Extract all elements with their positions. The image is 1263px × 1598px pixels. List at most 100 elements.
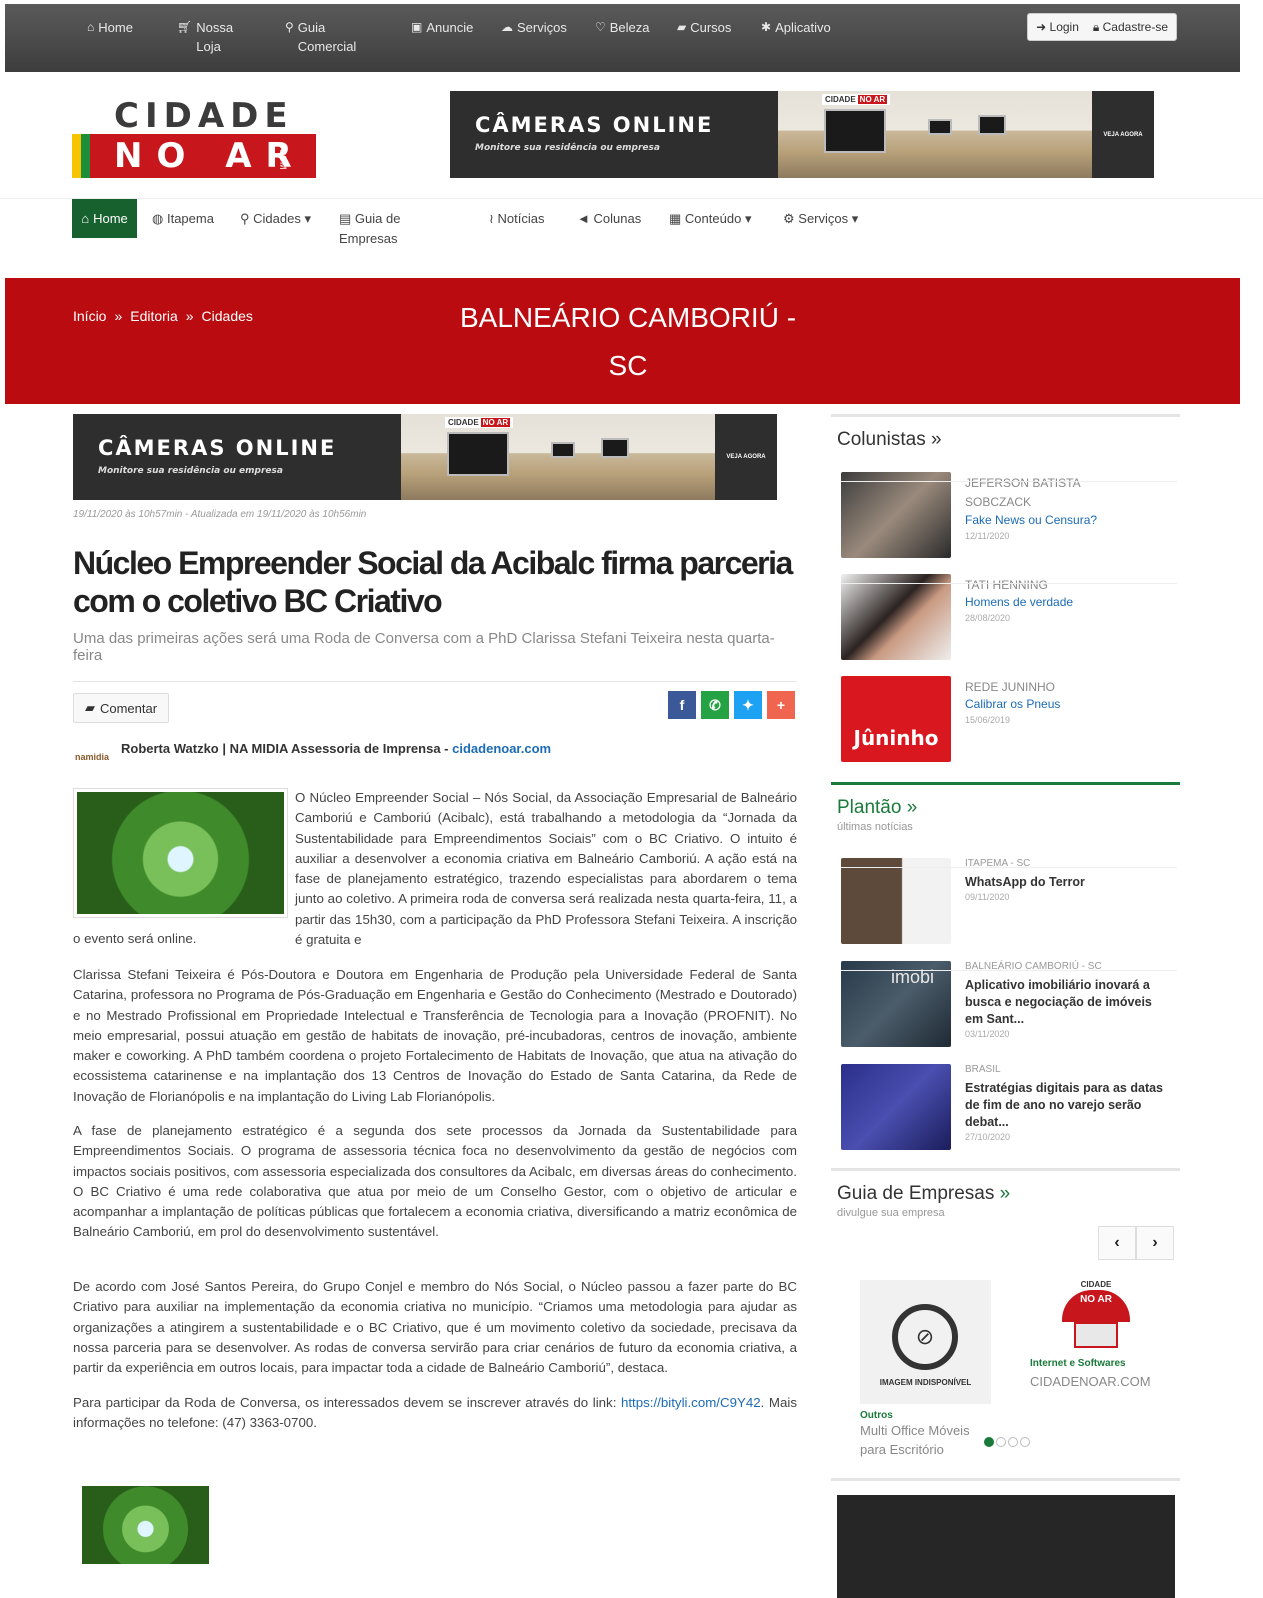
article-image[interactable]: [73, 788, 288, 918]
share-facebook-button[interactable]: f: [668, 691, 696, 719]
article-paragraph: O Núcleo Empreender Social – Nós Social,…: [295, 790, 797, 948]
share-more-button[interactable]: +: [767, 691, 795, 719]
main-nav-servicos[interactable]: ⚙ Serviços ▾: [783, 209, 858, 229]
news-date: 03/11/2020: [965, 1029, 1010, 1039]
guia-title[interactable]: Guia de Empresas »: [831, 1183, 1180, 1205]
logo-line2: NO AR: [114, 136, 306, 176]
article-paragraph-end: o evento será online.: [73, 931, 197, 946]
banner-monitor-small: [978, 115, 1006, 135]
carousel-dot[interactable]: [1008, 1437, 1018, 1447]
main-nav-guia[interactable]: ▤ Guia de Empresas: [339, 209, 419, 249]
plantao-subtitle: últimas notícias: [837, 821, 913, 833]
chevron-left-icon[interactable]: ‹: [1098, 1226, 1136, 1260]
news-title-link[interactable]: WhatsApp do Terror: [965, 874, 1165, 891]
columnist-date: 12/11/2020: [965, 531, 1010, 541]
columnist-name: REDE JUNINHO: [965, 680, 1056, 694]
banner-monitor: [824, 109, 886, 153]
book-icon: ▰: [677, 20, 687, 34]
divider: [831, 1478, 1180, 1481]
company-card[interactable]: ⊘ IMAGEM INDISPONÍVEL Outros Multi Offic…: [860, 1280, 991, 1460]
top-nav-guia[interactable]: ⚲ Guia Comercial: [285, 18, 383, 56]
main-nav: ⌂ Home ◍ Itapema ⚲ Cidades ▾ ▤ Guia de Em…: [0, 198, 1263, 246]
article-banner-ad[interactable]: CÂMERAS ONLINE Monitore sua residência o…: [73, 414, 777, 500]
cart-icon: 🛒︎: [177, 20, 193, 34]
carousel-controls: ‹ ›: [1098, 1226, 1174, 1260]
banner-brand-label: CIDADE NO AR: [445, 417, 514, 428]
divider: [73, 681, 797, 682]
sign-in-icon: ➜: [1036, 20, 1047, 34]
top-nav-loja[interactable]: 🛒︎ Nossa Loja: [177, 18, 257, 56]
breadcrumb-cidades[interactable]: Cidades: [202, 308, 253, 324]
guia-subtitle: divulgue sua empresa: [837, 1207, 945, 1219]
carousel-dot[interactable]: [984, 1437, 994, 1447]
top-nav-aplicativo[interactable]: ✱ Aplicativo: [761, 18, 833, 56]
caret-down-icon: ▾: [304, 211, 312, 226]
news-thumb: [841, 1064, 951, 1150]
banner-photo: CIDADE NO AR: [401, 414, 715, 500]
columnist-article-link[interactable]: Homens de verdade: [965, 595, 1073, 609]
banner-monitor: [447, 432, 509, 476]
map-pin-icon: ⚲: [240, 211, 250, 226]
home-icon: ⌂: [87, 20, 95, 34]
share-twitter-button[interactable]: ✦: [734, 691, 762, 719]
banner-monitor-small: [551, 442, 575, 458]
site-logo[interactable]: CIDADE NO AR .COM: [72, 96, 316, 180]
top-nav-anuncie[interactable]: ▣ Anuncie: [411, 18, 473, 56]
article-meta: 19/11/2020 às 10h57min - Atualizada em 1…: [73, 509, 367, 520]
top-nav-cursos[interactable]: ▰ Cursos: [677, 18, 733, 56]
plantao-title[interactable]: Plantão »: [831, 797, 1180, 819]
logo-line1: CIDADE: [114, 96, 294, 136]
divider: [841, 970, 1177, 971]
carousel-dot[interactable]: [1020, 1437, 1030, 1447]
columnist-name: JEFERSON BATISTA SOBCZACK: [965, 476, 1080, 509]
columnist-date: 28/08/2020: [965, 613, 1011, 623]
lock-icon: 🔒︎: [1092, 19, 1100, 34]
android-icon: ✱: [761, 20, 772, 34]
banner-brand-label: CIDADE NO AR: [822, 94, 891, 105]
main-nav-home[interactable]: ⌂ Home: [72, 199, 137, 238]
logo-suffix: .COM: [278, 146, 288, 170]
top-nav-servicos[interactable]: ☁ Serviços: [501, 18, 567, 56]
article-paragraph: Para participar da Roda de Conversa, os …: [73, 1395, 797, 1431]
main-nav-colunas[interactable]: ◄ Colunas: [577, 209, 641, 229]
sidebar-ad-block[interactable]: [837, 1495, 1175, 1598]
top-nav-home[interactable]: ⌂ Home: [87, 18, 149, 56]
columnist-article-link[interactable]: Fake News ou Censura?: [965, 513, 1097, 527]
company-card[interactable]: CIDADE NO AR Internet e Softwares CIDADE…: [1030, 1280, 1161, 1390]
main-nav-itapema[interactable]: ◍ Itapema: [152, 209, 214, 229]
breadcrumb-editoria[interactable]: Editoria: [130, 308, 177, 324]
article-gallery-thumb[interactable]: [82, 1486, 209, 1564]
map-pin-icon: ⚲: [285, 20, 294, 34]
main-nav-cidades[interactable]: ⚲ Cidades ▾: [240, 209, 311, 229]
comment-button[interactable]: ▰ Comentar: [73, 693, 169, 723]
breadcrumb-separator: »: [185, 308, 194, 324]
author-logo: namidia: [75, 752, 110, 762]
breadcrumb-separator: »: [114, 308, 123, 324]
colunistas-title[interactable]: Colunistas »: [831, 429, 1180, 451]
banner-subtitle: Monitore sua residência ou empresa: [475, 143, 660, 153]
carousel-dot[interactable]: [996, 1437, 1006, 1447]
share-whatsapp-button[interactable]: ✆: [701, 691, 729, 719]
company-name: Multi Office Móveis para Escritório: [860, 1423, 970, 1457]
main-nav-conteudo[interactable]: ▦ Conteúdo ▾: [669, 209, 751, 229]
main-nav-noticias[interactable]: ≀ Notícias: [489, 209, 544, 229]
breadcrumb-inicio[interactable]: Início: [73, 308, 106, 324]
top-banner-ad[interactable]: CÂMERAS ONLINE Monitore sua residência o…: [450, 91, 1154, 178]
login-link[interactable]: ➜ Login: [1036, 20, 1079, 34]
top-nav: ⌂ Home 🛒︎ Nossa Loja ⚲ Guia Comercial ▣ Anun…: [87, 18, 861, 56]
company-name: CIDADENOAR.COM: [1030, 1374, 1151, 1389]
film-icon: ▦: [669, 211, 682, 226]
chevron-right-icon[interactable]: ›: [1136, 1226, 1174, 1260]
author-source-link[interactable]: cidadenoar.com: [452, 741, 551, 756]
top-nav-beleza[interactable]: ♡ Beleza: [595, 18, 650, 56]
news-title-link[interactable]: Estratégias digitais para as datas de fi…: [965, 1080, 1165, 1131]
columnist-article-link[interactable]: Calibrar os Pneus: [965, 697, 1060, 711]
section-header: Início » Editoria » Cidades BALNEÁRIO CA…: [5, 278, 1240, 404]
top-bar: ⌂ Home 🛒︎ Nossa Loja ⚲ Guia Comercial ▣ Anun…: [5, 4, 1240, 72]
news-title-link[interactable]: Aplicativo imobiliário inovará a busca e…: [965, 977, 1165, 1028]
article-paragraph: Clarissa Stefani Teixeira é Pós-Doutora …: [73, 967, 797, 1104]
registration-link[interactable]: https://bityli.com/C9Y42: [621, 1395, 761, 1410]
signup-link[interactable]: 🔒︎ Cadastre-se: [1093, 20, 1168, 35]
news-category: BRASIL: [965, 1064, 1001, 1075]
article-author: Roberta Watzko | NA MIDIA Assessoria de …: [121, 741, 552, 756]
